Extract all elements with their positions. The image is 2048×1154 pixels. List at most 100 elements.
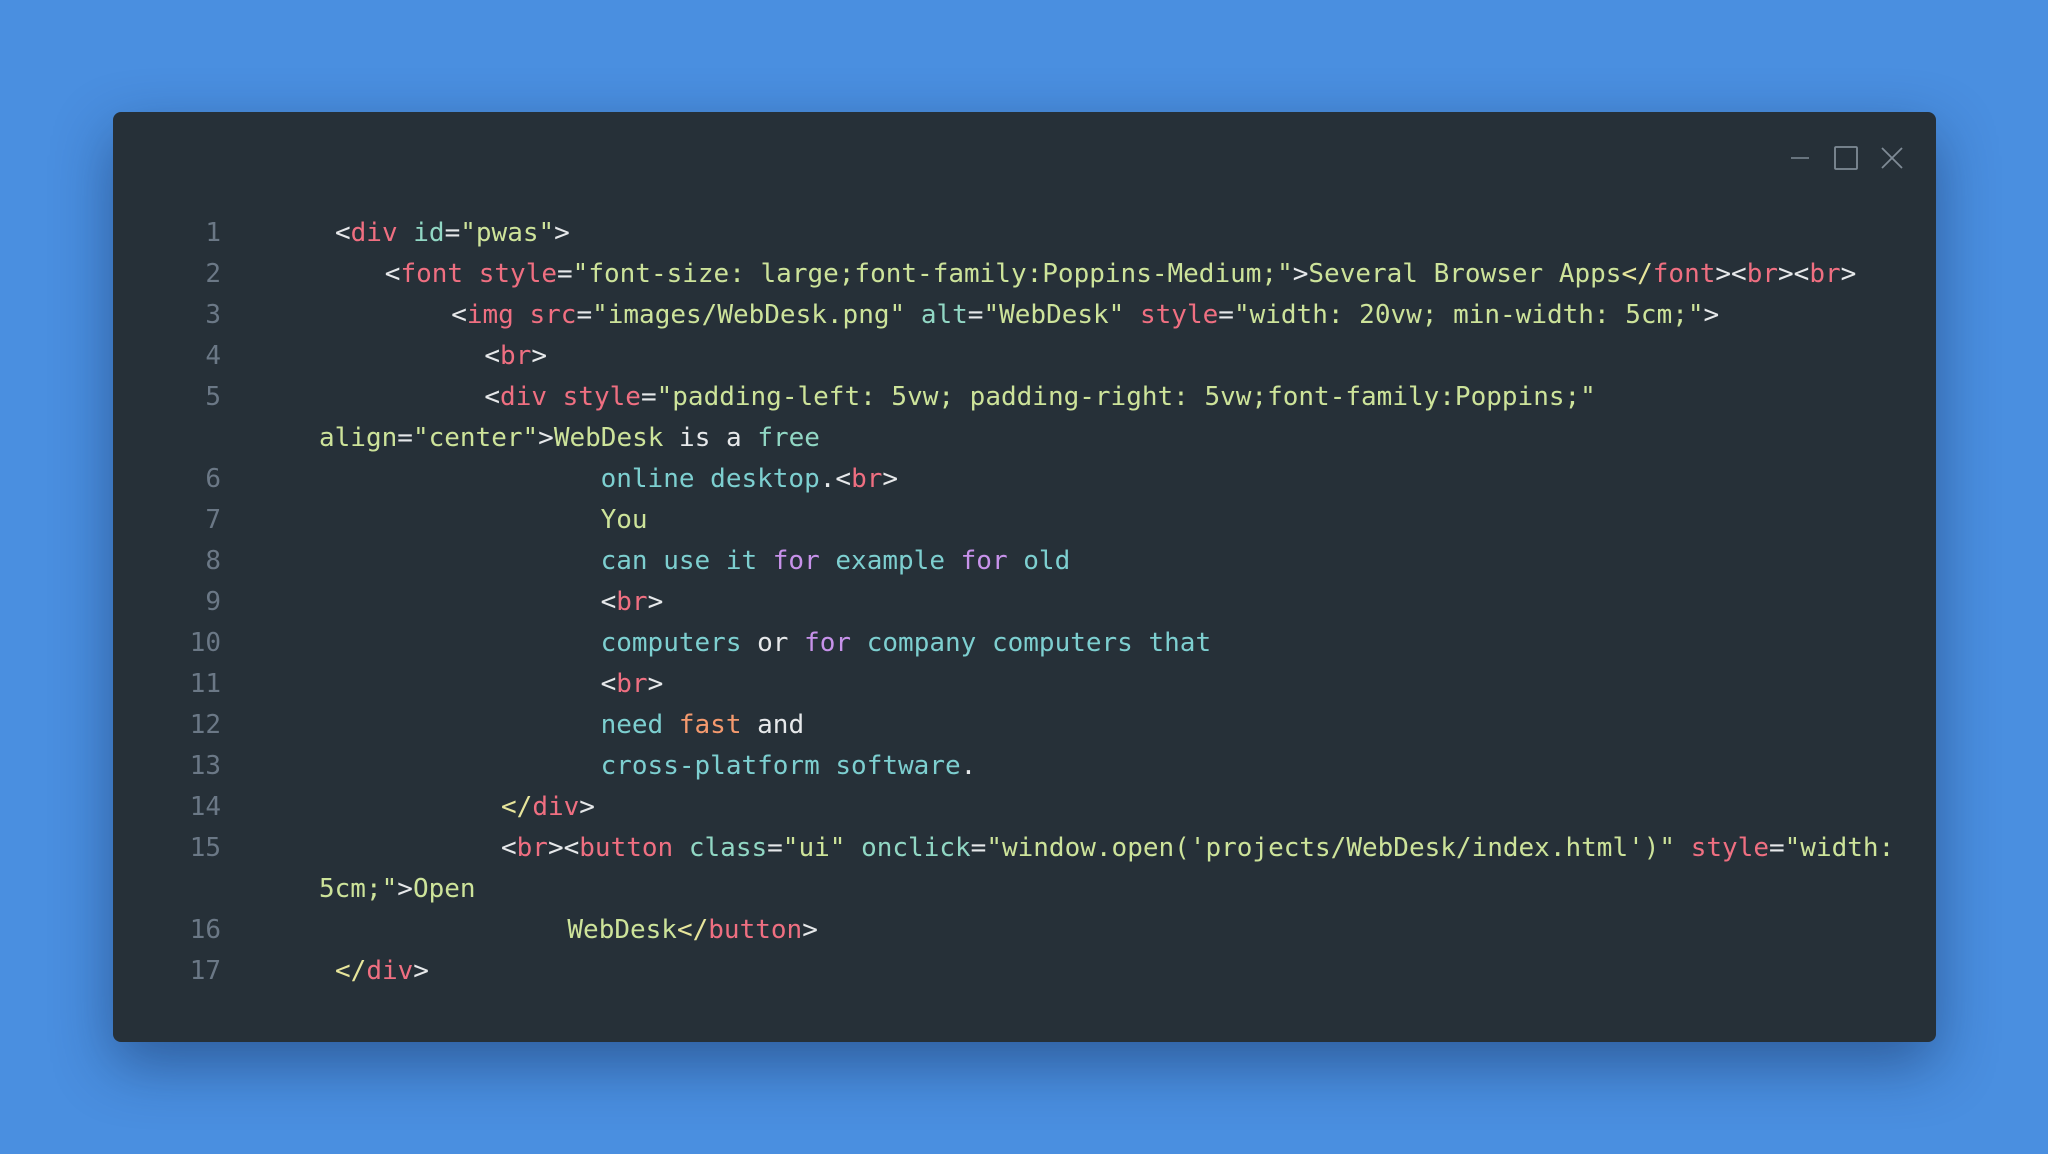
code-token: or [757,628,805,658]
line-number: 2 [205,259,221,289]
close-button[interactable] [1876,142,1908,174]
code-token: < [484,341,501,371]
line-code: <br> [484,336,547,377]
line-number: 5 [205,382,221,412]
line-code: can use it for example for old [601,541,1071,582]
code-token: Several Browser Apps [1308,259,1622,289]
code-token: > [538,423,554,453]
code-token: > [413,956,429,986]
code-token: < [335,218,351,248]
code-token: "pwas" [460,218,555,248]
window-controls [1784,142,1908,174]
line-code: <div style="padding-left: 5vw; padding-r… [484,377,1595,418]
code-token: = [967,300,984,330]
code-line: 15 <br><button class="ui" onclick="window… [113,828,1936,869]
code-token: WebDesk [567,915,677,945]
minimize-button[interactable] [1784,142,1816,174]
code-token: < [384,259,401,289]
line-number: 9 [205,587,221,617]
code-token: > [579,792,595,822]
code-line: 7 You [113,500,1936,541]
line-number: 4 [205,341,221,371]
code-token: </ [676,915,709,945]
code-token: "width: 20vw; min-width: 5cm;" [1233,300,1704,330]
line-code: <br> [601,582,664,623]
code-token: < [501,833,517,863]
code-token: < [484,382,501,412]
line-code: </div> [335,951,429,992]
code-token: font [1652,259,1716,289]
code-token: "font-size: large;font-family:Poppins-Me… [572,259,1293,289]
code-token: font [400,259,464,289]
code-token: old [1007,546,1071,576]
code-token: > [397,874,413,904]
code-token: style [562,382,641,412]
code-token: for [804,628,852,658]
maximize-icon [1834,146,1858,170]
code-token: br [1809,259,1841,289]
code-line: 13 cross-platform software. [113,746,1936,787]
code-line: 5 <div style="padding-left: 5vw; padding-… [113,377,1936,418]
code-token: > [1703,300,1720,330]
code-line: 17 </div> [113,951,1936,992]
line-number: 17 [189,956,221,986]
code-line: 10 computers or for company computers tha… [113,623,1936,664]
code-token: >< [1778,259,1810,289]
line-number: 16 [189,915,221,945]
code-token: . [960,751,977,781]
code-token: < [600,587,617,617]
code-token: 5cm;" [319,874,398,904]
code-line: 16 WebDesk</button> [113,910,1936,951]
code-token: = [444,218,461,248]
line-number: 10 [189,628,221,658]
code-token: > [554,218,570,248]
code-token: = [1218,300,1234,330]
code-token: > [647,669,664,699]
code-token: "WebDesk" [983,300,1125,330]
code-token: online desktop [600,464,820,494]
code-token: onclick [861,833,971,863]
line-number: 13 [189,751,221,781]
code-token: Open [412,874,476,904]
code-token: br [851,464,883,494]
code-token: for [772,546,820,576]
line-code: online desktop.<br> [601,459,898,500]
close-icon [1881,147,1903,169]
code-line: 3 <img src="images/WebDesk.png" alt="WebD… [113,295,1936,336]
code-token: alt [920,300,968,330]
code-token: "ui" [782,833,846,863]
code-token: = [970,833,987,863]
code-token: id [413,218,445,248]
line-code: <br> [601,664,664,705]
line-code: cross-platform software. [601,746,977,787]
code-token: example [819,546,961,576]
code-token: button [579,833,674,863]
line-code: <font style="font-size: large;font-famil… [385,254,1857,295]
code-token: > [802,915,818,945]
line-code: 5cm;">Open [319,869,476,910]
code-line: align="center">WebDesk is a free [113,418,1936,459]
code-token: fast [678,710,742,740]
code-token: br [1746,259,1779,289]
code-token: free [757,423,820,453]
code-token: br [616,587,648,617]
code-line: 9 <br> [113,582,1936,623]
code-token: for [960,546,1008,576]
minimize-icon [1791,157,1809,159]
code-block: 1 <div id="pwas"> 2 <font style="font-size:… [113,213,1936,992]
code-token: > [1292,259,1309,289]
code-token: = [640,382,657,412]
code-line: 6 online desktop.<br> [113,459,1936,500]
line-number: 14 [189,792,221,822]
line-number: 8 [205,546,221,576]
maximize-button[interactable] [1830,142,1862,174]
code-token: > [531,341,548,371]
code-token: style [1140,300,1219,330]
code-token: "padding-left: 5vw; padding-right: 5vw;f… [656,382,1596,412]
